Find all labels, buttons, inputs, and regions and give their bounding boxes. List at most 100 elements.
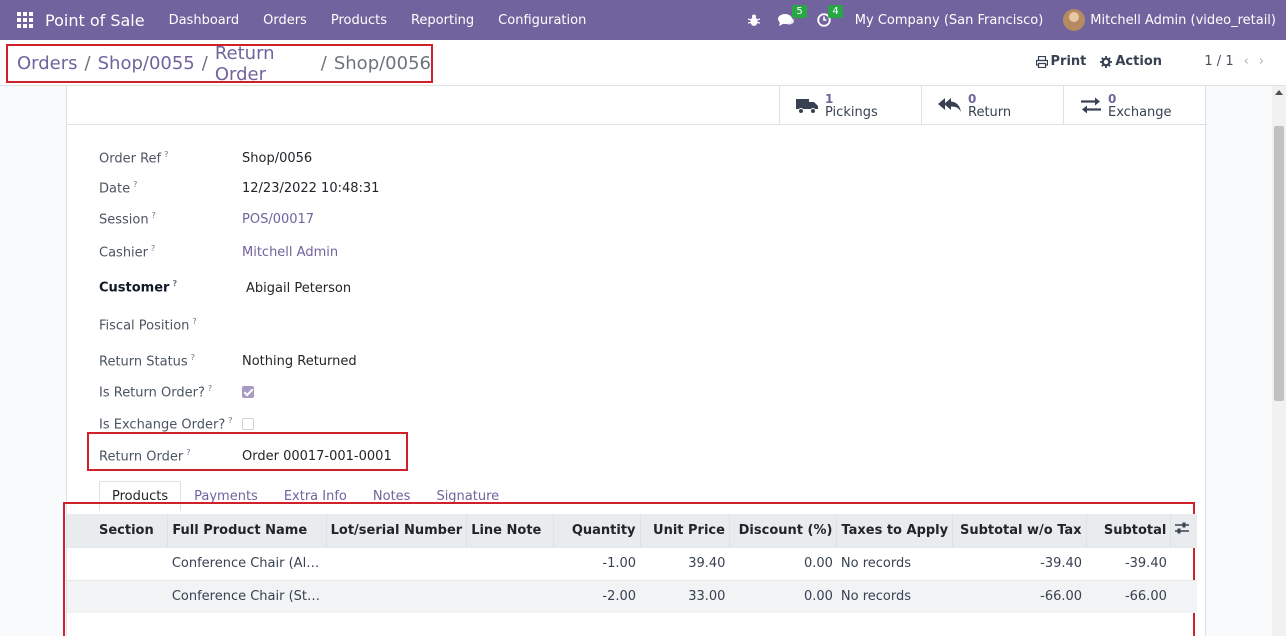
- col-line-note[interactable]: Line Note: [466, 514, 555, 547]
- date-label: Date: [99, 181, 131, 197]
- activities-icon[interactable]: 4: [817, 5, 843, 27]
- user-menu[interactable]: Mitchell Admin (video_retail): [1063, 9, 1276, 31]
- session-link[interactable]: POS/00017: [242, 212, 314, 227]
- app-menu-icon[interactable]: [17, 12, 33, 28]
- col-subtotal[interactable]: Subtotal: [1086, 514, 1172, 547]
- col-subtotal-wo-tax[interactable]: Subtotal w/o Tax: [952, 514, 1087, 547]
- breadcrumb-return-order[interactable]: Return Order: [215, 43, 314, 85]
- action-button[interactable]: Action: [1100, 54, 1162, 69]
- breadcrumb-shop-0055[interactable]: Shop/0055: [98, 53, 195, 74]
- cell-subtotal: -39.40: [1086, 546, 1171, 580]
- cell-taxes: No records: [836, 579, 953, 613]
- help-icon[interactable]: ?: [208, 384, 212, 393]
- col-product-name[interactable]: Full Product Name: [167, 514, 327, 547]
- breadcrumb: Orders / Shop/0055 / Return Order / Shop…: [6, 43, 433, 85]
- chevron-left-icon[interactable]: ‹: [1244, 54, 1249, 69]
- cell-discount: 0.00: [729, 546, 837, 580]
- menu-dashboard[interactable]: Dashboard: [157, 13, 252, 28]
- help-icon[interactable]: ?: [172, 279, 177, 288]
- scroll-up-arrow[interactable]: [1275, 90, 1283, 95]
- cell-unit-price: 33.00: [640, 579, 730, 613]
- cashier-label: Cashier: [99, 245, 149, 261]
- cashier-link[interactable]: Mitchell Admin: [242, 245, 338, 260]
- help-icon[interactable]: ?: [192, 317, 196, 326]
- fiscal-position-label: Fiscal Position: [99, 318, 190, 334]
- cell-lot-serial: [326, 546, 467, 580]
- cell-discount: 0.00: [729, 579, 837, 613]
- pager-value[interactable]: 1 / 1: [1204, 54, 1233, 69]
- messages-icon[interactable]: 5: [777, 5, 807, 27]
- pickings-label: Pickings: [825, 104, 878, 120]
- session-label: Session: [99, 212, 149, 228]
- optional-columns-toggle[interactable]: [1170, 514, 1197, 547]
- help-icon[interactable]: ?: [151, 244, 155, 253]
- help-icon[interactable]: ?: [186, 448, 190, 457]
- gear-icon: [1100, 55, 1113, 68]
- breadcrumb-orders[interactable]: Orders: [17, 53, 78, 74]
- customer-value[interactable]: Abigail Peterson: [246, 281, 351, 296]
- table-row[interactable]: Conference Chair (Alu… -1.00 39.40 0.00 …: [67, 546, 1197, 580]
- help-icon[interactable]: ?: [152, 211, 156, 220]
- activities-badge: 4: [828, 5, 843, 18]
- menu-orders[interactable]: Orders: [251, 13, 319, 28]
- pickings-count: 1: [825, 91, 834, 106]
- cell-product-name[interactable]: Conference Chair (Alu…: [167, 546, 327, 580]
- form-view: 1 Pickings 0 Return 0 Exchange Order Ref…: [0, 86, 1272, 636]
- exchange-count: 0: [1108, 91, 1117, 106]
- cell-subtotal: -66.00: [1086, 579, 1171, 613]
- table-row[interactable]: Conference Chair (Steel) -2.00 33.00 0.0…: [67, 579, 1197, 613]
- cell-line-note: [466, 546, 554, 580]
- scroll-thumb[interactable]: [1274, 126, 1284, 401]
- help-icon[interactable]: ?: [191, 353, 195, 362]
- messages-badge: 5: [792, 5, 807, 18]
- help-icon[interactable]: ?: [228, 416, 232, 425]
- help-icon[interactable]: ?: [133, 180, 137, 189]
- field-return-status: Return Status? Nothing Returned: [99, 353, 357, 369]
- col-taxes[interactable]: Taxes to Apply: [836, 514, 954, 547]
- col-lot-serial[interactable]: Lot/serial Number: [326, 514, 468, 547]
- menu-products[interactable]: Products: [319, 13, 399, 28]
- customer-label: Customer: [99, 280, 170, 296]
- cell-unit-price: 39.40: [640, 546, 730, 580]
- exchange-label: Exchange: [1108, 104, 1172, 120]
- date-value: 12/23/2022 10:48:31: [242, 180, 380, 196]
- cell-section: [67, 546, 168, 580]
- menu-reporting[interactable]: Reporting: [399, 13, 486, 28]
- print-button[interactable]: Print: [1035, 54, 1086, 69]
- is-exchange-order-checkbox[interactable]: [242, 418, 254, 431]
- cell-product-name[interactable]: Conference Chair (Steel): [167, 579, 327, 613]
- col-unit-price[interactable]: Unit Price: [640, 514, 730, 547]
- is-exchange-order-label: Is Exchange Order?: [99, 417, 226, 433]
- col-section[interactable]: Section: [67, 514, 169, 547]
- breadcrumb-current: Shop/0056: [333, 53, 431, 74]
- col-discount[interactable]: Discount (%): [729, 514, 838, 547]
- order-lines-table: Section Full Product Name Lot/serial Num…: [67, 514, 1197, 613]
- field-fiscal-position: Fiscal Position?: [99, 317, 242, 333]
- action-label: Action: [1115, 54, 1162, 69]
- cell-quantity: -1.00: [553, 546, 641, 580]
- bug-icon[interactable]: [747, 14, 760, 27]
- is-return-order-checkbox[interactable]: [242, 386, 254, 399]
- field-date: Date? 12/23/2022 10:48:31: [99, 180, 379, 196]
- return-count: 0: [968, 91, 977, 106]
- cell-line-note: [466, 579, 554, 613]
- chevron-right-icon[interactable]: ›: [1259, 54, 1264, 69]
- field-return-order: Return Order? Order 00017-001-0001: [99, 448, 392, 464]
- return-button[interactable]: 0 Return: [921, 86, 1063, 125]
- col-quantity[interactable]: Quantity: [553, 514, 641, 547]
- sliders-icon: [1175, 522, 1190, 534]
- avatar: [1063, 9, 1086, 31]
- vertical-scrollbar[interactable]: [1272, 86, 1286, 636]
- app-title[interactable]: Point of Sale: [45, 11, 145, 30]
- control-panel: Orders / Shop/0055 / Return Order / Shop…: [0, 40, 1286, 86]
- pickings-button[interactable]: 1 Pickings: [779, 86, 921, 125]
- company-switcher[interactable]: My Company (San Francisco): [855, 13, 1043, 28]
- help-icon[interactable]: ?: [164, 150, 168, 159]
- field-is-exchange-order: Is Exchange Order??: [99, 416, 254, 432]
- return-order-value[interactable]: Order 00017-001-0001: [242, 449, 392, 464]
- exchange-button[interactable]: 0 Exchange: [1063, 86, 1205, 125]
- field-order-ref: Order Ref? Shop/0056: [99, 150, 312, 166]
- order-ref-label: Order Ref: [99, 151, 162, 167]
- menu-configuration[interactable]: Configuration: [486, 13, 598, 28]
- cell-section: [67, 579, 168, 613]
